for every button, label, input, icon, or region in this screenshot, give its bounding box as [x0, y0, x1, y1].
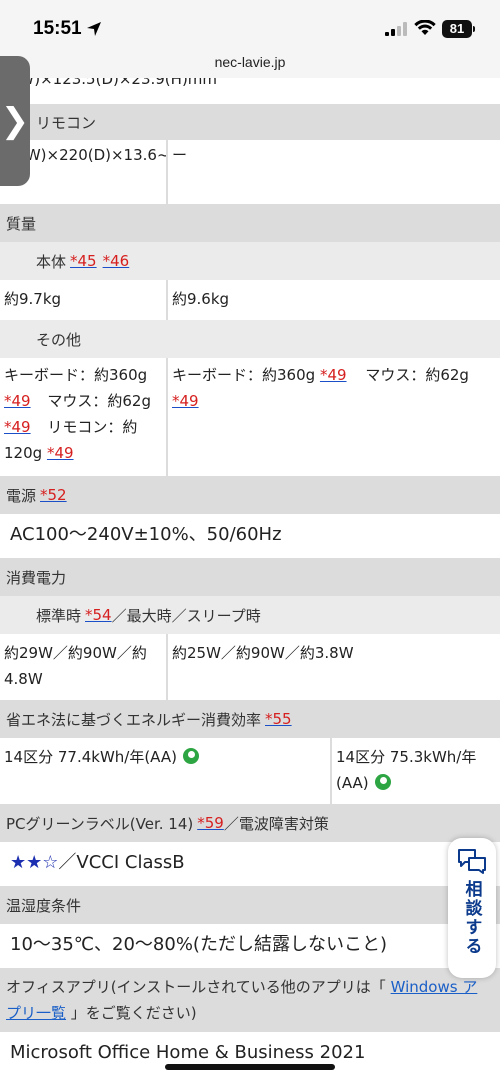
power-header-label: 電源 [6, 486, 37, 505]
office-header-pre: オフィスアプリ(インストールされている他のアプリは「 [6, 978, 386, 996]
consumption-sub-rest: ／最大時／スリープ時 [111, 606, 261, 625]
table-row: 約9.7kg 約9.6kg [0, 280, 500, 320]
eco-mark-icon [374, 774, 391, 790]
green-header-rest: ／電波障害対策 [223, 814, 329, 833]
green-value-cell: ★★☆／VCCI ClassB [0, 842, 500, 886]
power-value-cell: AC100〜240V±10%、50/60Hz [0, 514, 500, 558]
cellular-signal-icon [385, 22, 407, 36]
ref-link-52[interactable]: *52 [40, 486, 67, 504]
keyboard-weight-text: キーボード：約360g [172, 366, 316, 384]
chevron-right-icon: ❯ [0, 101, 30, 141]
other-right-cell: キーボード：約360g *49 マウス：約62g *49 [168, 358, 500, 476]
battery-tip [473, 26, 475, 32]
consumption-header: 消費電力 [0, 558, 500, 596]
consumption-right-cell: 約25W／約90W／約3.8W [168, 634, 500, 700]
temperature-header: 温湿度条件 [0, 886, 500, 924]
efficiency-header-label: 省エネ法に基づくエネルギー消費効率 [6, 710, 262, 729]
body-subheader: 本体 *45 *46 [0, 242, 500, 280]
battery-level: 81 [449, 21, 465, 36]
body-left-cell: 約9.7kg [0, 280, 166, 320]
green-label-header: PCグリーンラベル(Ver. 14) *59 ／電波障害対策 [0, 804, 500, 842]
url-bar[interactable]: nec-lavie.jp [0, 52, 500, 78]
consumption-sub-label: 標準時 [36, 606, 82, 625]
table-row: 約29W／約90W／約4.8W 約25W／約90W／約3.8W [0, 634, 500, 700]
battery-icon: 81 [442, 20, 472, 38]
temperature-value-cell: 10〜35℃、20〜80%(ただし結露しないこと) [0, 924, 500, 968]
consult-label: 相談する [461, 880, 482, 956]
ref-link-49[interactable]: *49 [47, 444, 74, 462]
eco-mark-icon [182, 748, 199, 764]
ref-link-45[interactable]: *45 [70, 252, 97, 270]
url-text: nec-lavie.jp [214, 54, 286, 70]
keyboard-weight-text: キーボード：約360g [4, 366, 148, 384]
table-row: 10〜35℃、20〜80%(ただし結露しないこと) [0, 924, 500, 968]
consumption-left-cell: 約29W／約90W／約4.8W [0, 634, 166, 700]
office-header-text: オフィスアプリ(インストールされている他のアプリは「 Windows アプリ一覧… [6, 974, 490, 1026]
table-row: (W)×220(D)×13.6~26(H)mm ー [0, 140, 500, 204]
ref-link-54[interactable]: *54 [85, 606, 112, 624]
table-row: 14区分 77.4kWh/年(AA) 14区分 75.3kWh/年(AA) [0, 738, 500, 804]
office-header-post: 」をご覧ください) [70, 1004, 197, 1022]
green-header-label: PCグリーンラベル(Ver. 14) [6, 814, 194, 833]
mouse-weight-text: マウス：約62g [365, 366, 469, 384]
status-bar: 15:51 81 [0, 0, 500, 52]
location-arrow-icon [87, 22, 101, 36]
home-indicator [165, 1064, 335, 1070]
ref-link-46[interactable]: *46 [103, 252, 130, 270]
mouse-weight-text: マウス：約62g [47, 392, 151, 410]
ref-link-55[interactable]: *55 [265, 710, 292, 728]
other-subheader: その他 [0, 320, 500, 358]
table-row: AC100〜240V±10%、50/60Hz [0, 514, 500, 558]
wifi-icon [414, 20, 436, 35]
table-row: キーボード：約360g *49 マウス：約62g *49 リモコン：約120g … [0, 358, 500, 476]
ref-link-49[interactable]: *49 [320, 366, 347, 384]
efficiency-right-cell: 14区分 75.3kWh/年(AA) [332, 738, 500, 804]
body-right-cell: 約9.6kg [168, 280, 500, 320]
remote-header: リモコン [0, 104, 500, 140]
ref-link-49[interactable]: *49 [4, 392, 31, 410]
efficiency-left-cell: 14区分 77.4kWh/年(AA) [0, 738, 330, 804]
side-drawer-handle[interactable]: ❯ [0, 56, 30, 186]
efficiency-right-text: 14区分 75.3kWh/年(AA) [336, 748, 477, 792]
consumption-subheader: 標準時 *54 ／最大時／スリープ時 [0, 596, 500, 634]
status-time: 15:51 [33, 18, 82, 39]
power-header: 電源 *52 [0, 476, 500, 514]
partial-top-cell: 3(W)×123.5(D)×23.9(H)mm [0, 78, 500, 104]
table-row: ★★☆／VCCI ClassB [0, 842, 500, 886]
other-left-cell: キーボード：約360g *49 マウス：約62g *49 リモコン：約120g … [0, 358, 166, 476]
efficiency-left-text: 14区分 77.4kWh/年(AA) [4, 748, 177, 766]
remote-right-cell: ー [168, 140, 500, 204]
spec-table: 3(W)×123.5(D)×23.9(H)mm リモコン (W)×220(D)×… [0, 78, 500, 1080]
rating-stars: ★★☆ [10, 852, 59, 873]
chat-bubbles-icon [458, 849, 486, 874]
table-row: 3(W)×123.5(D)×23.9(H)mm [0, 78, 500, 104]
office-value-cell: Microsoft Office Home & Business 2021 [0, 1032, 500, 1080]
ref-link-59[interactable]: *59 [197, 814, 224, 832]
table-row: Microsoft Office Home & Business 2021 [0, 1032, 500, 1080]
green-value-text: ／VCCI ClassB [58, 852, 185, 873]
ref-link-49[interactable]: *49 [4, 418, 31, 436]
office-header: オフィスアプリ(インストールされている他のアプリは「 Windows アプリ一覧… [0, 968, 500, 1032]
weight-header: 質量 [0, 204, 500, 242]
efficiency-header: 省エネ法に基づくエネルギー消費効率 *55 [0, 700, 500, 738]
body-label: 本体 [36, 252, 67, 271]
ref-link-49[interactable]: *49 [172, 392, 199, 410]
consult-button[interactable]: 相談する [448, 838, 496, 978]
